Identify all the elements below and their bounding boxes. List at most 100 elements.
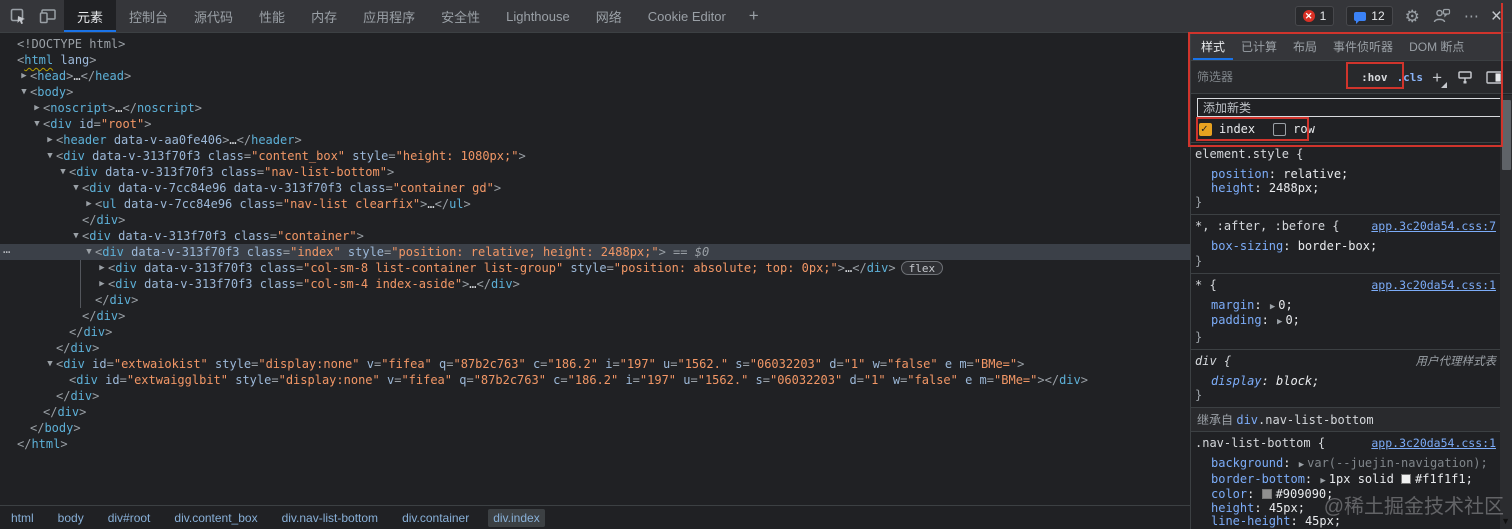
crumb-div.contentbox[interactable]: div.content_box: [169, 509, 262, 527]
css-property-name[interactable]: margin: [1211, 298, 1254, 312]
tab-elements[interactable]: 元素: [64, 0, 117, 32]
tree-row[interactable]: ▶ <div data-v-313f70f3 class="col-sm-8 li…: [0, 260, 1190, 276]
row-hover-menu-dots[interactable]: ⋯: [3, 244, 11, 260]
css-property-row[interactable]: padding: ▶ 0;: [1195, 313, 1496, 330]
css-property-value[interactable]: 2488px;: [1269, 181, 1320, 195]
tree-row[interactable]: </body>: [0, 420, 1190, 436]
tab-application[interactable]: 应用程序: [350, 0, 428, 32]
expand-arrow-icon[interactable]: ▶: [97, 276, 107, 292]
css-property-value[interactable]: var(--juejin-navigation);: [1307, 456, 1488, 470]
error-badge[interactable]: ✕ 1: [1294, 6, 1335, 26]
collapse-arrow-icon[interactable]: ▼: [19, 84, 29, 100]
tree-row-selected[interactable]: ⋯ ▼ <div data-v-313f70f3 class="index" sty…: [0, 244, 1190, 260]
class-toggle-index[interactable]: index: [1199, 122, 1255, 136]
tree-row[interactable]: </html>: [0, 436, 1190, 452]
css-property-value[interactable]: 1px solid: [1329, 472, 1401, 486]
tree-row[interactable]: ▼ <div id="extwaiokist" style="display:no…: [0, 356, 1190, 372]
tree-row[interactable]: ▼ <div data-v-7cc84e96 data-v-313f70f3 cl…: [0, 180, 1190, 196]
tree-row[interactable]: ▶ <ul data-v-7cc84e96 class="nav-list cle…: [0, 196, 1190, 212]
css-property-name[interactable]: height: [1211, 181, 1254, 195]
styles-tab-dom-breakpoints[interactable]: DOM 断点: [1401, 33, 1472, 60]
css-property-value[interactable]: border-box;: [1298, 239, 1377, 253]
tree-row[interactable]: ▼ <div id="root">: [0, 116, 1190, 132]
crumb-div.nav-list-bottom[interactable]: div.nav-list-bottom: [277, 509, 383, 527]
collapse-arrow-icon[interactable]: ▼: [45, 148, 55, 164]
tree-row[interactable]: <div id="extwaigglbit" style="display:no…: [0, 372, 1190, 388]
color-swatch[interactable]: [1261, 489, 1272, 499]
inherited-from-link[interactable]: div: [1236, 413, 1258, 427]
css-property-row[interactable]: height: 2488px;: [1195, 181, 1496, 196]
toggle-element-state-button[interactable]: :hov: [1361, 71, 1388, 84]
tree-row[interactable]: ▶ <head>…</head>: [0, 68, 1190, 84]
css-property-row[interactable]: background: ▶ var(--juejin-navigation);: [1195, 456, 1496, 473]
class-toggle-row[interactable]: row: [1273, 122, 1315, 136]
tree-row[interactable]: ▼ <body>: [0, 84, 1190, 100]
css-property-name[interactable]: color: [1211, 487, 1247, 501]
collapse-arrow-icon[interactable]: ▼: [58, 164, 68, 180]
tree-row[interactable]: ▶ <div data-v-313f70f3 class="col-sm-4 in…: [0, 276, 1190, 292]
crumb-div.container[interactable]: div.container: [397, 509, 474, 527]
tree-row[interactable]: ▼ <div data-v-313f70f3 class="content_box…: [0, 148, 1190, 164]
expand-arrow-icon[interactable]: ▶: [19, 68, 29, 84]
collapse-arrow-icon[interactable]: ▼: [84, 244, 94, 260]
color-swatch[interactable]: [1401, 473, 1412, 484]
styles-tab-event-listeners[interactable]: 事件侦听器: [1325, 33, 1401, 60]
add-new-class-input[interactable]: [1197, 98, 1506, 117]
stylesheet-source-link[interactable]: app.3c20da54.css:7: [1371, 219, 1496, 234]
css-property-row[interactable]: position: relative;: [1195, 167, 1496, 182]
expand-arrow-icon[interactable]: ▶: [84, 196, 94, 212]
tree-row[interactable]: </div>: [0, 388, 1190, 404]
rule-selector[interactable]: * {: [1195, 278, 1217, 293]
css-property-value[interactable]: block;: [1276, 374, 1319, 388]
styles-tab-computed[interactable]: 已计算: [1233, 33, 1285, 60]
rule-selector[interactable]: .nav-list-bottom {: [1195, 436, 1325, 451]
collapse-arrow-icon[interactable]: ▼: [71, 228, 81, 244]
flex-badge[interactable]: flex: [900, 261, 944, 275]
tree-row[interactable]: </div>: [0, 292, 1190, 308]
rendering-emulations-icon[interactable]: [1455, 67, 1475, 87]
crumb-div#root[interactable]: div#root: [103, 509, 156, 527]
css-property-value[interactable]: 0;: [1278, 298, 1292, 312]
device-toolbar-icon[interactable]: [38, 6, 58, 26]
css-property-name[interactable]: border-bottom: [1211, 472, 1305, 486]
tab-cookie-editor[interactable]: Cookie Editor: [635, 0, 739, 32]
tree-row[interactable]: </div>: [0, 308, 1190, 324]
tab-security[interactable]: 安全性: [428, 0, 493, 32]
new-tab-plus-button[interactable]: +: [739, 0, 769, 32]
css-property-name[interactable]: padding: [1211, 313, 1262, 327]
expand-value-icon[interactable]: ▶: [1270, 302, 1275, 312]
inspect-element-icon[interactable]: [8, 6, 28, 26]
css-property-name[interactable]: display: [1211, 374, 1262, 388]
crumb-div.index[interactable]: div.index: [488, 508, 545, 527]
style-filter-input[interactable]: [1197, 70, 1353, 84]
expand-value-icon[interactable]: ▶: [1299, 460, 1304, 470]
collapse-arrow-icon[interactable]: ▼: [32, 116, 42, 132]
tree-row[interactable]: ▼ <div data-v-313f70f3 class="container">: [0, 228, 1190, 244]
element-classes-button[interactable]: .cls: [1397, 71, 1424, 84]
expand-value-icon[interactable]: ▶: [1277, 317, 1282, 327]
inherited-from-link-rest[interactable]: .nav-list-bottom: [1258, 413, 1374, 427]
expand-value-icon[interactable]: ▶: [1320, 476, 1325, 486]
expand-arrow-icon[interactable]: ▶: [97, 260, 107, 276]
css-property-value[interactable]: 0;: [1285, 313, 1299, 327]
tree-row[interactable]: </div>: [0, 340, 1190, 356]
rule-selector[interactable]: element.style {: [1195, 147, 1303, 162]
issues-badge[interactable]: 12: [1346, 6, 1393, 26]
tab-performance[interactable]: 性能: [246, 0, 298, 32]
tab-memory[interactable]: 内存: [298, 0, 350, 32]
expand-arrow-icon[interactable]: ▶: [45, 132, 55, 148]
tab-lighthouse[interactable]: Lighthouse: [493, 0, 583, 32]
stylesheet-source-link[interactable]: app.3c20da54.css:1: [1371, 278, 1496, 293]
new-style-rule-button[interactable]: +: [1432, 69, 1447, 88]
tree-row[interactable]: </div>: [0, 212, 1190, 228]
styles-tab-styles[interactable]: 样式: [1193, 33, 1233, 60]
checkbox-unchecked-icon[interactable]: [1273, 122, 1287, 136]
tree-row[interactable]: ▶ <header data-v-aa0fe406>…</header>: [0, 132, 1190, 148]
rule-selector[interactable]: *, :after, :before {: [1195, 219, 1340, 234]
crumb-body[interactable]: body: [53, 509, 89, 527]
expand-arrow-icon[interactable]: ▶: [32, 100, 42, 116]
stylesheet-source-link[interactable]: app.3c20da54.css:1: [1371, 436, 1496, 451]
css-property-row[interactable]: box-sizing: border-box;: [1195, 239, 1496, 254]
tab-console[interactable]: 控制台: [116, 0, 181, 32]
css-property-name[interactable]: box-sizing: [1211, 239, 1283, 253]
